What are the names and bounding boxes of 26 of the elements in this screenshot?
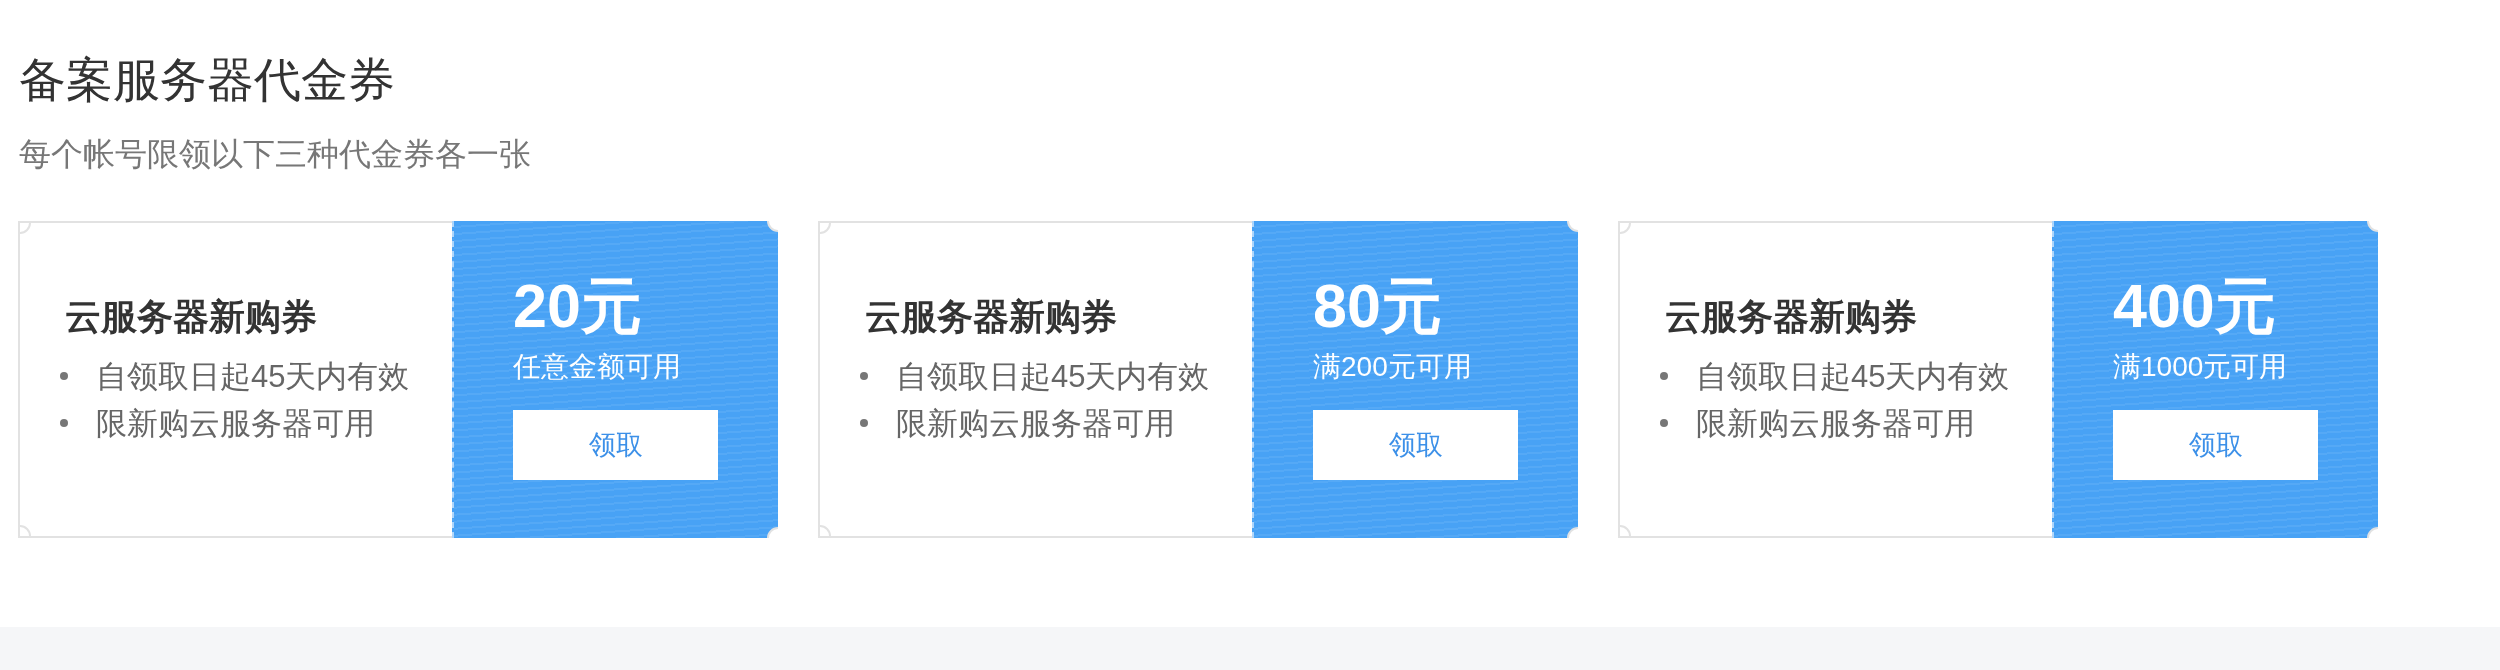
coupon-title: 云服务器新购券 (865, 294, 1118, 338)
bullet-icon (1660, 419, 1668, 428)
coupon-term: 自领取日起45天内有效 (96, 357, 410, 396)
bullet-icon (60, 372, 68, 381)
coupon-term: 限新购云服务器可用 (96, 404, 375, 443)
bullet-icon (860, 419, 868, 428)
claim-button[interactable]: 领取 (1313, 410, 1518, 481)
coupon-amount: 20元 (513, 275, 642, 337)
coupon-term: 自领取日起45天内有效 (896, 357, 1210, 396)
claim-button[interactable]: 领取 (513, 410, 718, 481)
bullet-icon (1660, 372, 1668, 381)
coupon-amount: 400元 (2113, 275, 2276, 337)
claim-button[interactable]: 领取 (2113, 410, 2318, 481)
page-subtitle: 每个帐号限领以下三种代金券各一张 (19, 135, 531, 174)
coupon-amount: 80元 (1313, 275, 1442, 337)
coupon-term: 限新购云服务器可用 (1696, 404, 1975, 443)
coupon-condition: 满1000元可用 (2113, 349, 2288, 384)
coupon-term: 自领取日起45天内有效 (1696, 357, 2010, 396)
bullet-icon (60, 419, 68, 428)
bullet-icon (860, 372, 868, 381)
coupon-term: 限新购云服务器可用 (896, 404, 1175, 443)
coupon-title: 云服务器新购券 (1665, 294, 1918, 338)
coupon-condition: 任意金额可用 (513, 349, 681, 384)
page-title: 备案服务器代金券 (19, 52, 395, 108)
coupon-title: 云服务器新购券 (65, 294, 318, 338)
coupon-condition: 满200元可用 (1313, 349, 1472, 384)
